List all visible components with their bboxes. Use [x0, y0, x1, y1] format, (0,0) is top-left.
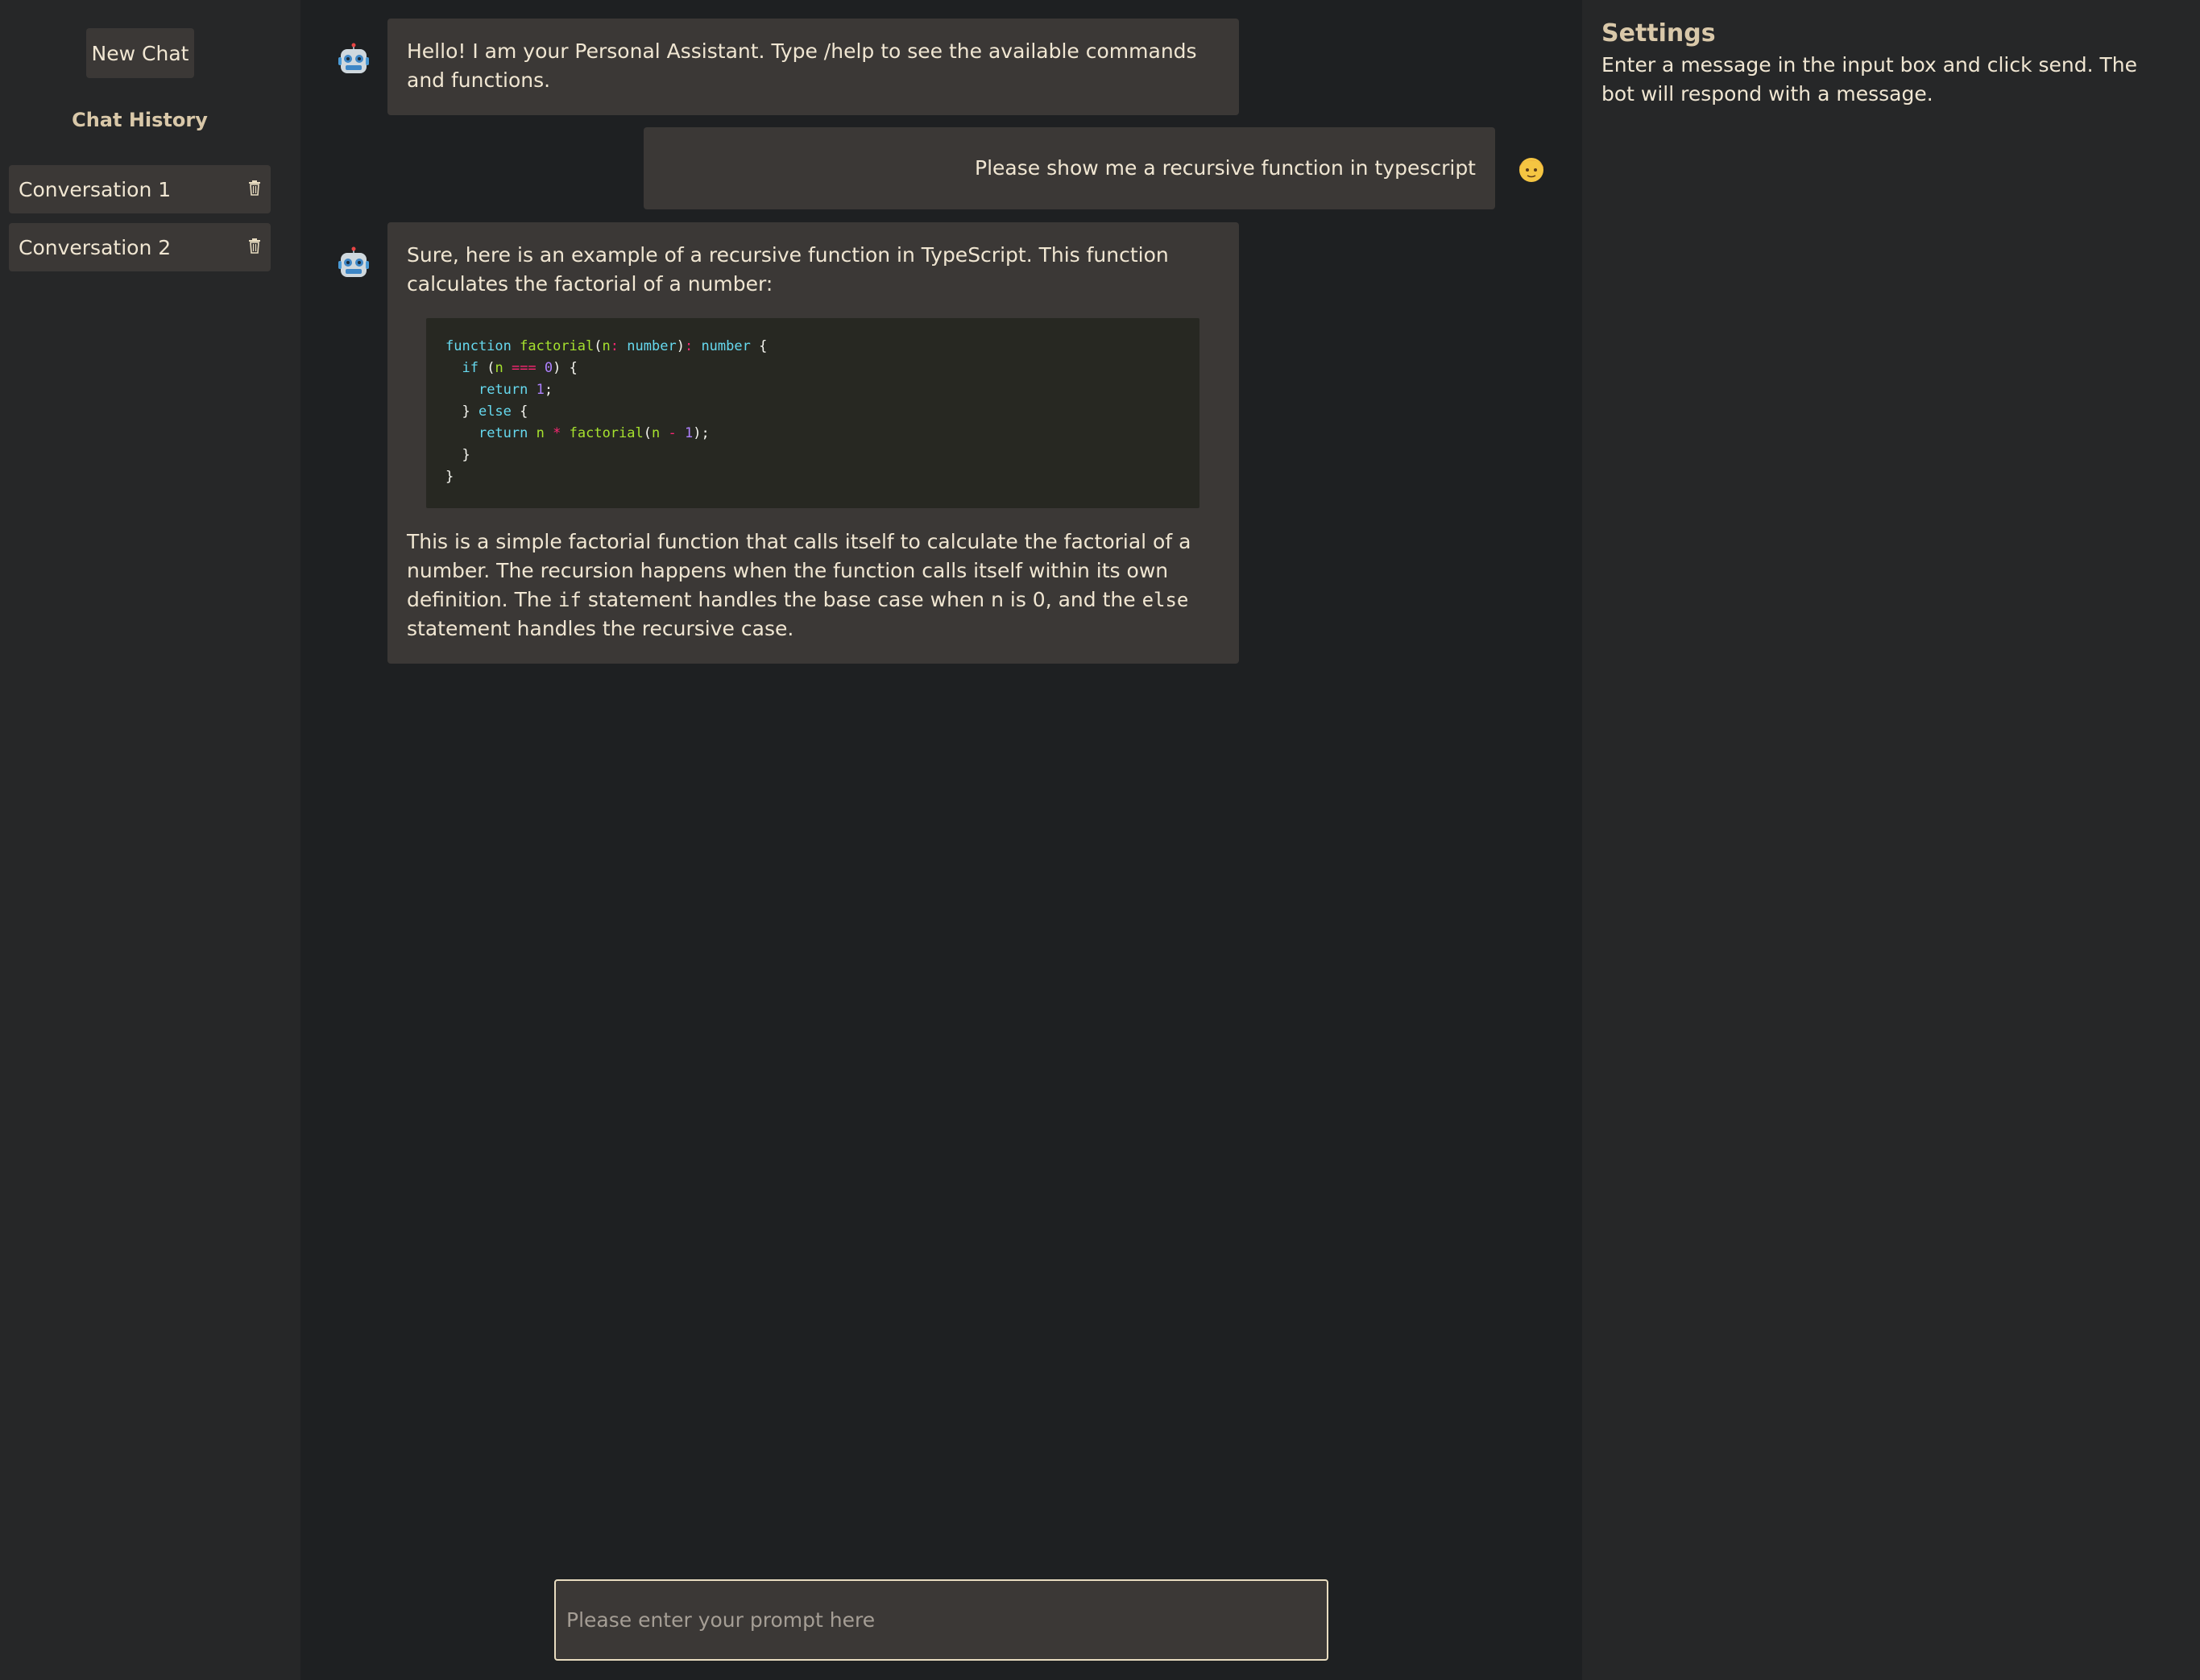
chat-panel: Hello! I am your Personal Assistant. Typ… — [300, 0, 1582, 1680]
conversation-item[interactable]: Conversation 2 — [9, 223, 271, 271]
message-intro: Sure, here is an example of a recursive … — [407, 243, 1169, 296]
conversation-label: Conversation 1 — [19, 177, 172, 201]
message-outro: This is a simple factorial function that… — [407, 528, 1220, 643]
user-face-icon — [1519, 158, 1543, 182]
conversation-label: Conversation 2 — [19, 235, 172, 259]
code-line: } else { — [445, 403, 528, 420]
robot-icon — [338, 43, 369, 73]
message-text: Hello! I am your Personal Assistant. Typ… — [407, 39, 1197, 92]
outro-text: statement handles the recursive case. — [407, 617, 794, 640]
user-message: Please show me a recursive function in t… — [644, 127, 1495, 209]
settings-panel: Settings Enter a message in the input bo… — [1582, 0, 2200, 1680]
code-line: return n * factorial(n - 1); — [478, 425, 710, 441]
message-text: Please show me a recursive function in t… — [975, 156, 1476, 180]
code-line: function factorial(n: number): number { — [445, 338, 768, 354]
bot-message: Hello! I am your Personal Assistant. Typ… — [387, 19, 1239, 115]
inline-code: if — [558, 589, 582, 611]
settings-title: Settings — [1601, 19, 1716, 48]
code-line: } — [445, 447, 470, 463]
conversation-item[interactable]: Conversation 1 — [9, 165, 271, 213]
robot-icon — [338, 246, 369, 277]
settings-description: Enter a message in the input box and cli… — [1601, 53, 2138, 106]
prompt-input[interactable] — [554, 1579, 1328, 1661]
inline-code: else — [1141, 589, 1189, 611]
chat-history-title: Chat History — [72, 109, 208, 131]
app-window: New Chat Chat History Conversation 1 Con… — [0, 0, 2200, 1680]
trash-icon[interactable] — [248, 180, 261, 196]
outro-text: statement handles the base case when n i… — [581, 588, 1142, 611]
code-line: return 1; — [478, 382, 553, 398]
sidebar: New Chat Chat History Conversation 1 Con… — [0, 0, 300, 1680]
code-block[interactable]: function factorial(n: number): number { … — [426, 318, 1199, 508]
new-chat-button[interactable]: New Chat — [86, 28, 194, 78]
code-line: if (n === 0) { — [462, 360, 578, 376]
bot-message: Sure, here is an example of a recursive … — [387, 222, 1239, 664]
code-line: } — [445, 469, 454, 485]
trash-icon[interactable] — [248, 238, 261, 254]
